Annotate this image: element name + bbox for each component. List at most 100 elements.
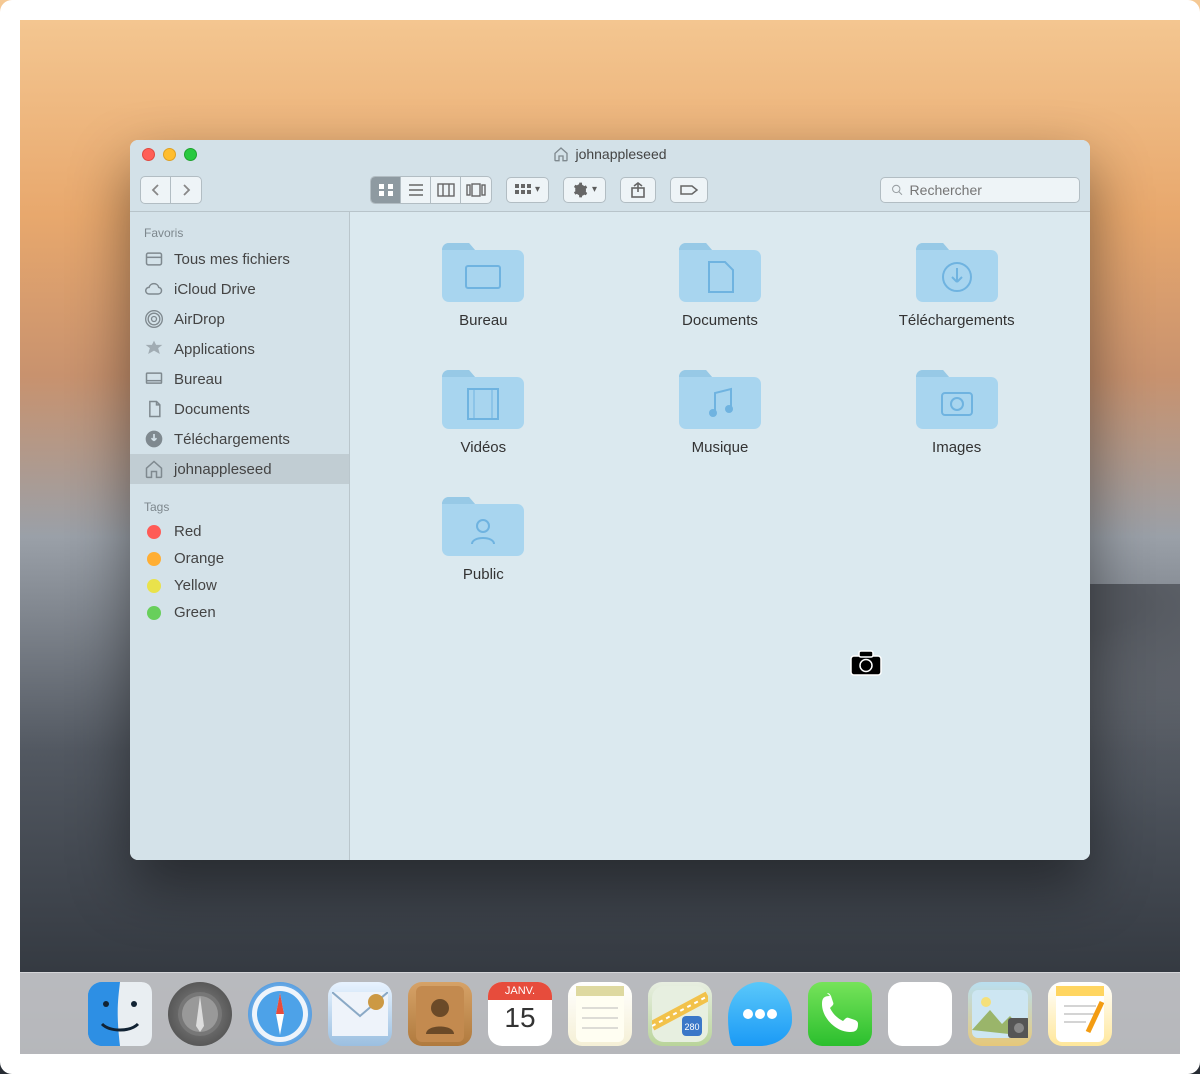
sidebar-item-label: Yellow	[174, 577, 217, 594]
tags-button[interactable]	[670, 177, 708, 203]
action-button[interactable]: ▾	[563, 177, 606, 203]
folder-icon	[438, 359, 528, 431]
folder-item[interactable]: Téléchargements	[877, 232, 1037, 329]
toolbar: ▾ ▾	[130, 168, 1090, 212]
sidebar: Favoris Tous mes fichiers iCloud Drive A…	[130, 212, 350, 860]
dock-item-photos[interactable]	[968, 982, 1032, 1046]
folder-item[interactable]: Documents	[640, 232, 800, 329]
sidebar-tag-red[interactable]: Red	[130, 518, 349, 545]
dock-item-calendar[interactable]: JANV. 15	[488, 982, 552, 1046]
folder-label: Téléchargements	[899, 312, 1015, 329]
icon-view-button[interactable]	[371, 177, 401, 203]
back-button[interactable]	[141, 177, 171, 203]
dock-item-facetime[interactable]	[808, 982, 872, 1046]
folder-item[interactable]: Images	[877, 359, 1037, 456]
column-view-button[interactable]	[431, 177, 461, 203]
forward-button[interactable]	[171, 177, 201, 203]
dock-item-notes[interactable]	[568, 982, 632, 1046]
chevron-down-icon: ▾	[592, 184, 597, 195]
sidebar-item-label: Applications	[174, 341, 255, 358]
list-view-button[interactable]	[401, 177, 431, 203]
dock-item-messages[interactable]	[728, 982, 792, 1046]
sidebar-tag-green[interactable]: Green	[130, 599, 349, 626]
chevron-down-icon: ▾	[535, 184, 540, 195]
calendar-month: JANV.	[488, 982, 552, 1000]
sidebar-item-label: johnappleseed	[174, 461, 272, 478]
camera-cursor-icon	[850, 650, 882, 676]
tag-dot-icon	[147, 552, 161, 566]
sidebar-item-all-files[interactable]: Tous mes fichiers	[130, 244, 349, 274]
close-button[interactable]	[142, 148, 155, 161]
traffic-lights	[130, 148, 197, 161]
dock-item-launchpad[interactable]	[168, 982, 232, 1046]
folder-label: Public	[463, 566, 504, 583]
folder-icon	[675, 359, 765, 431]
folder-item[interactable]: Public	[403, 486, 563, 583]
sidebar-item-documents[interactable]: Documents	[130, 394, 349, 424]
tag-dot-icon	[147, 606, 161, 620]
folder-item[interactable]: Vidéos	[403, 359, 563, 456]
dock-item-contacts[interactable]	[408, 982, 472, 1046]
sidebar-item-label: Téléchargements	[174, 431, 290, 448]
search-icon	[891, 183, 904, 197]
desktop-icon	[144, 369, 164, 389]
folder-icon	[438, 486, 528, 558]
dock-item-photobooth[interactable]	[888, 982, 952, 1046]
dock-item-pages[interactable]	[1048, 982, 1112, 1046]
downloads-icon	[144, 429, 164, 449]
sidebar-item-label: Tous mes fichiers	[174, 251, 290, 268]
search-field[interactable]	[880, 177, 1080, 203]
titlebar[interactable]: johnappleseed	[130, 140, 1090, 168]
sidebar-item-label: Green	[174, 604, 216, 621]
folder-item[interactable]: Musique	[640, 359, 800, 456]
svg-text:280: 280	[684, 1022, 699, 1032]
sidebar-item-label: Documents	[174, 401, 250, 418]
sidebar-tag-yellow[interactable]: Yellow	[130, 572, 349, 599]
view-mode-buttons	[370, 176, 492, 204]
sidebar-item-desktop[interactable]: Bureau	[130, 364, 349, 394]
sidebar-item-label: Bureau	[174, 371, 222, 388]
dock: JANV. 15 280	[20, 962, 1180, 1054]
folder-icon	[912, 232, 1002, 304]
sidebar-item-home[interactable]: johnappleseed	[130, 454, 349, 484]
all-files-icon	[144, 249, 164, 269]
folder-grid: Bureau Documents Téléchargements Vidéos …	[370, 232, 1070, 583]
coverflow-view-button[interactable]	[461, 177, 491, 203]
airdrop-icon	[144, 309, 164, 329]
tag-dot-icon	[147, 525, 161, 539]
folder-label: Musique	[692, 439, 749, 456]
home-icon	[553, 146, 569, 162]
sidebar-item-label: Red	[174, 523, 202, 540]
folder-icon	[912, 359, 1002, 431]
sidebar-item-label: AirDrop	[174, 311, 225, 328]
zoom-button[interactable]	[184, 148, 197, 161]
dock-item-safari[interactable]	[248, 982, 312, 1046]
sidebar-item-label: iCloud Drive	[174, 281, 256, 298]
folder-item[interactable]: Bureau	[403, 232, 563, 329]
share-button[interactable]	[620, 177, 656, 203]
sidebar-section-header: Favoris	[130, 220, 349, 244]
folder-icon	[438, 232, 528, 304]
folder-label: Documents	[682, 312, 758, 329]
icloud-icon	[144, 279, 164, 299]
minimize-button[interactable]	[163, 148, 176, 161]
folder-label: Images	[932, 439, 981, 456]
sidebar-section-header: Tags	[130, 494, 349, 518]
window-title: johnappleseed	[130, 146, 1090, 162]
dock-item-finder[interactable]	[88, 982, 152, 1046]
folder-label: Vidéos	[461, 439, 507, 456]
sidebar-item-downloads[interactable]: Téléchargements	[130, 424, 349, 454]
sidebar-item-applications[interactable]: Applications	[130, 334, 349, 364]
folder-label: Bureau	[459, 312, 507, 329]
dock-item-maps[interactable]: 280	[648, 982, 712, 1046]
dock-item-mail[interactable]	[328, 982, 392, 1046]
sidebar-tag-orange[interactable]: Orange	[130, 545, 349, 572]
content-area[interactable]: Bureau Documents Téléchargements Vidéos …	[350, 212, 1090, 860]
arrange-button[interactable]: ▾	[506, 177, 549, 203]
tag-dot-icon	[147, 579, 161, 593]
search-input[interactable]	[910, 182, 1069, 198]
folder-icon	[675, 232, 765, 304]
nav-buttons	[140, 176, 202, 204]
sidebar-item-airdrop[interactable]: AirDrop	[130, 304, 349, 334]
sidebar-item-icloud[interactable]: iCloud Drive	[130, 274, 349, 304]
